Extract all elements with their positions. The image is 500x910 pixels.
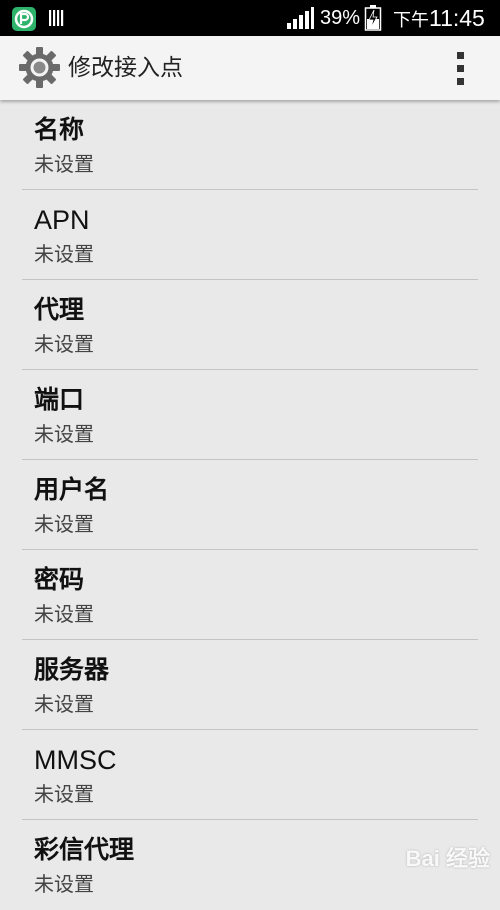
setting-name[interactable]: 名称 未设置 bbox=[0, 100, 500, 190]
setting-mmsc[interactable]: MMSC 未设置 bbox=[0, 730, 500, 820]
settings-gear-icon[interactable] bbox=[17, 45, 62, 90]
battery-charging-icon bbox=[364, 5, 382, 31]
page-title: 修改接入点 bbox=[68, 55, 183, 81]
setting-server[interactable]: 服务器 未设置 bbox=[0, 640, 500, 730]
setting-value: 未设置 bbox=[34, 242, 94, 266]
menu-dot bbox=[457, 78, 464, 85]
setting-title: 代理 bbox=[34, 295, 85, 324]
setting-title: 彩信代理 bbox=[34, 835, 135, 864]
setting-value: 未设置 bbox=[34, 512, 94, 536]
sim-icon bbox=[48, 9, 66, 27]
battery-percent: 39% bbox=[320, 7, 361, 29]
setting-title: 密码 bbox=[34, 565, 85, 594]
setting-title: 用户名 bbox=[34, 475, 110, 504]
setting-title: 名称 bbox=[34, 115, 85, 144]
setting-value: 未设置 bbox=[34, 422, 94, 446]
status-bar: 39% 下午11:45 bbox=[0, 0, 500, 36]
app-p-icon bbox=[12, 7, 36, 31]
setting-value: 未设置 bbox=[34, 872, 94, 896]
setting-password[interactable]: 密码 未设置 bbox=[0, 550, 500, 640]
clock-ampm: 下午 bbox=[393, 10, 429, 31]
watermark: Bai 经验 bbox=[405, 846, 490, 871]
menu-dot bbox=[457, 65, 464, 72]
setting-proxy[interactable]: 代理 未设置 bbox=[0, 280, 500, 370]
setting-value: 未设置 bbox=[34, 692, 94, 716]
setting-value: 未设置 bbox=[34, 782, 94, 806]
apn-settings-list: 名称 未设置 APN 未设置 代理 未设置 端口 未设置 用户名 未设置 密码 … bbox=[0, 100, 500, 910]
menu-dot bbox=[457, 52, 464, 59]
signal-icon bbox=[286, 7, 314, 29]
overflow-menu-icon[interactable] bbox=[446, 48, 476, 88]
setting-username[interactable]: 用户名 未设置 bbox=[0, 460, 500, 550]
setting-value: 未设置 bbox=[34, 602, 94, 626]
clock-time: 11:45 bbox=[429, 5, 485, 31]
setting-port[interactable]: 端口 未设置 bbox=[0, 370, 500, 460]
clock: 下午11:45 bbox=[393, 4, 485, 35]
setting-title: 服务器 bbox=[34, 655, 110, 684]
setting-value: 未设置 bbox=[34, 152, 94, 176]
action-bar: 修改接入点 bbox=[0, 36, 500, 100]
setting-value: 未设置 bbox=[34, 332, 94, 356]
setting-title: APN bbox=[34, 205, 90, 235]
setting-title: 端口 bbox=[34, 385, 85, 414]
setting-apn[interactable]: APN 未设置 bbox=[0, 190, 500, 280]
setting-title: MMSC bbox=[34, 745, 117, 775]
